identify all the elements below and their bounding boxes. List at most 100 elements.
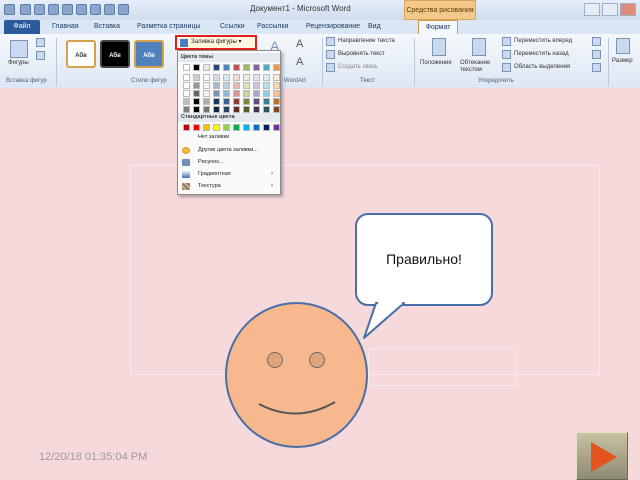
- theme-color-swatch[interactable]: [263, 82, 270, 89]
- tab-references[interactable]: Ссылки: [220, 20, 245, 34]
- theme-color-swatch[interactable]: [233, 98, 240, 105]
- theme-color-swatch[interactable]: [233, 64, 240, 71]
- standard-color-swatch[interactable]: [273, 124, 280, 131]
- undo-icon[interactable]: [34, 4, 45, 15]
- selection-pane-button[interactable]: Область выделения: [514, 64, 570, 70]
- theme-color-swatch[interactable]: [233, 90, 240, 97]
- tab-mailings[interactable]: Рассылки: [257, 20, 288, 34]
- position-button[interactable]: Положение: [420, 60, 452, 66]
- theme-color-swatch[interactable]: [263, 106, 270, 113]
- theme-color-swatch[interactable]: [213, 64, 220, 71]
- preview-icon[interactable]: [104, 4, 115, 15]
- standard-color-swatch[interactable]: [233, 124, 240, 131]
- theme-color-swatch[interactable]: [243, 106, 250, 113]
- theme-color-swatch[interactable]: [233, 82, 240, 89]
- send-backward-icon[interactable]: [502, 50, 511, 59]
- theme-color-swatch[interactable]: [223, 90, 230, 97]
- theme-color-swatch[interactable]: [273, 64, 280, 71]
- standard-color-swatch[interactable]: [193, 124, 200, 131]
- tab-view[interactable]: Вид: [368, 20, 381, 34]
- customize-qat-icon[interactable]: [118, 4, 129, 15]
- send-backward-button[interactable]: Переместить назад: [514, 51, 569, 57]
- theme-color-swatch[interactable]: [203, 90, 210, 97]
- theme-color-swatch[interactable]: [213, 82, 220, 89]
- theme-color-swatch[interactable]: [263, 74, 270, 81]
- theme-color-swatch[interactable]: [233, 106, 240, 113]
- theme-color-swatch[interactable]: [183, 90, 190, 97]
- tab-format[interactable]: Формат: [418, 20, 458, 34]
- shape-style-blue[interactable]: Абв: [134, 40, 164, 68]
- theme-color-swatch[interactable]: [253, 64, 260, 71]
- theme-color-swatch[interactable]: [183, 106, 190, 113]
- text-direction-icon[interactable]: [326, 37, 335, 46]
- text-direction-button[interactable]: Направление текста: [338, 38, 395, 44]
- standard-color-swatch[interactable]: [263, 124, 270, 131]
- minimize-button[interactable]: [584, 3, 600, 16]
- standard-color-swatch[interactable]: [183, 124, 190, 131]
- standard-color-swatch[interactable]: [203, 124, 210, 131]
- save-icon[interactable]: [20, 4, 31, 15]
- edit-shape-icon[interactable]: [36, 38, 45, 47]
- theme-color-swatch[interactable]: [273, 106, 280, 113]
- shapes-icon[interactable]: [10, 40, 28, 58]
- theme-color-swatch[interactable]: [213, 98, 220, 105]
- selection-pane-icon[interactable]: [502, 63, 511, 72]
- close-button[interactable]: [620, 3, 636, 16]
- text-outline-icon[interactable]: A: [296, 56, 303, 68]
- create-link-button[interactable]: Создать связь: [338, 64, 378, 70]
- position-icon[interactable]: [432, 38, 446, 56]
- theme-color-swatch[interactable]: [193, 64, 200, 71]
- texture-item[interactable]: Текстура ›: [178, 181, 280, 192]
- bring-forward-button[interactable]: Переместить вперед: [514, 38, 572, 44]
- standard-color-swatch[interactable]: [253, 124, 260, 131]
- theme-color-swatch[interactable]: [223, 106, 230, 113]
- text-box-icon[interactable]: [36, 51, 45, 60]
- theme-color-swatch[interactable]: [223, 74, 230, 81]
- tab-page-layout[interactable]: Разметка страницы: [137, 20, 201, 34]
- print-icon[interactable]: [62, 4, 73, 15]
- tab-review[interactable]: Рецензирование: [306, 20, 360, 34]
- redo-icon[interactable]: [48, 4, 59, 15]
- theme-color-swatch[interactable]: [183, 98, 190, 105]
- theme-color-swatch[interactable]: [273, 90, 280, 97]
- theme-color-swatch[interactable]: [193, 82, 200, 89]
- wrap-text-icon[interactable]: [472, 38, 486, 56]
- email-icon[interactable]: [90, 4, 101, 15]
- theme-color-swatch[interactable]: [273, 98, 280, 105]
- theme-color-swatch[interactable]: [273, 82, 280, 89]
- gradient-item[interactable]: Градиентная ›: [178, 169, 280, 180]
- standard-color-swatch[interactable]: [223, 124, 230, 131]
- more-colors-item[interactable]: Другие цвета заливки...: [178, 145, 280, 156]
- theme-color-swatch[interactable]: [243, 90, 250, 97]
- theme-color-swatch[interactable]: [193, 74, 200, 81]
- theme-color-swatch[interactable]: [183, 74, 190, 81]
- rotate-icon[interactable]: [592, 63, 601, 72]
- create-link-icon[interactable]: [326, 63, 335, 72]
- theme-color-swatch[interactable]: [183, 82, 190, 89]
- theme-color-swatch[interactable]: [213, 90, 220, 97]
- theme-color-swatch[interactable]: [223, 98, 230, 105]
- theme-color-swatch[interactable]: [223, 82, 230, 89]
- theme-color-swatch[interactable]: [203, 98, 210, 105]
- theme-color-swatch[interactable]: [243, 64, 250, 71]
- theme-color-swatch[interactable]: [263, 64, 270, 71]
- theme-color-swatch[interactable]: [233, 74, 240, 81]
- theme-color-swatch[interactable]: [193, 106, 200, 113]
- theme-color-swatch[interactable]: [223, 64, 230, 71]
- theme-color-swatch[interactable]: [183, 64, 190, 71]
- theme-color-swatch[interactable]: [273, 74, 280, 81]
- theme-color-swatch[interactable]: [253, 74, 260, 81]
- theme-color-swatch[interactable]: [213, 74, 220, 81]
- theme-color-swatch[interactable]: [243, 98, 250, 105]
- no-fill-item[interactable]: Нет заливки: [178, 132, 280, 143]
- picture-item[interactable]: Рисунок...: [178, 157, 280, 168]
- theme-color-swatch[interactable]: [193, 98, 200, 105]
- shape-style-black[interactable]: Абв: [100, 40, 130, 68]
- tab-file[interactable]: Файл: [4, 20, 40, 34]
- size-button[interactable]: Размер: [612, 58, 633, 64]
- theme-color-swatch[interactable]: [193, 90, 200, 97]
- align-text-button[interactable]: Выровнять текст: [338, 51, 385, 57]
- theme-color-swatch[interactable]: [253, 90, 260, 97]
- theme-color-swatch[interactable]: [203, 64, 210, 71]
- align-text-icon[interactable]: [326, 50, 335, 59]
